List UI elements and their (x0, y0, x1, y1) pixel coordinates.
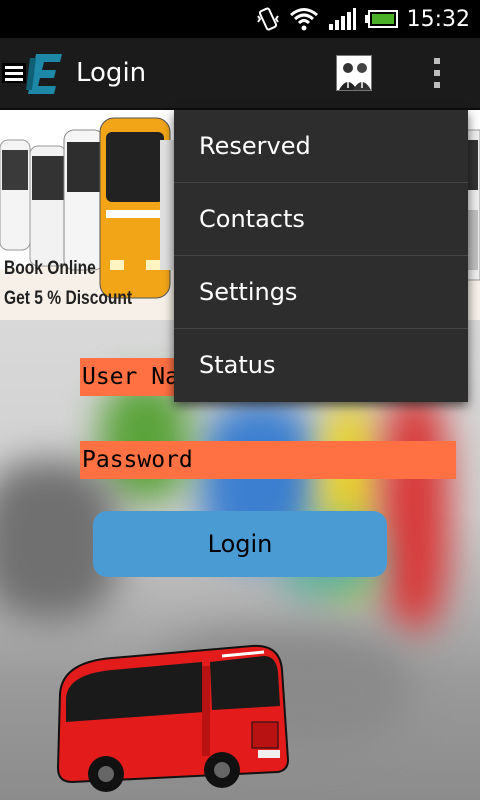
avatar-icon[interactable] (336, 55, 372, 91)
banner-discount: Get 5 % Discount (4, 288, 133, 309)
battery-icon (364, 10, 398, 28)
status-time: 15:32 (406, 6, 470, 32)
menu-item-status[interactable]: Status (174, 329, 468, 402)
page-title: Login (76, 58, 147, 88)
wifi-icon (289, 8, 318, 31)
vibrate-icon (256, 7, 279, 31)
status-icons: 15:32 (255, 4, 470, 34)
login-button[interactable]: Login (93, 511, 387, 577)
bus-illustration (56, 644, 290, 792)
menu-item-reserved[interactable]: Reserved (174, 110, 468, 183)
overflow-popup-menu: Reserved Contacts Settings Status (174, 110, 468, 402)
menu-icon[interactable] (2, 63, 26, 83)
menu-item-contacts[interactable]: Contacts (174, 183, 468, 256)
menu-item-settings[interactable]: Settings (174, 256, 468, 329)
banner-headline: Book Online (4, 258, 96, 279)
action-bar: Login (0, 38, 480, 110)
signal-icon (328, 8, 356, 30)
bg-blob (380, 390, 450, 630)
overflow-menu-icon[interactable] (426, 58, 448, 90)
password-field[interactable]: Password (80, 441, 456, 479)
app-logo (26, 54, 62, 94)
status-bar: 15:32 (0, 0, 480, 38)
